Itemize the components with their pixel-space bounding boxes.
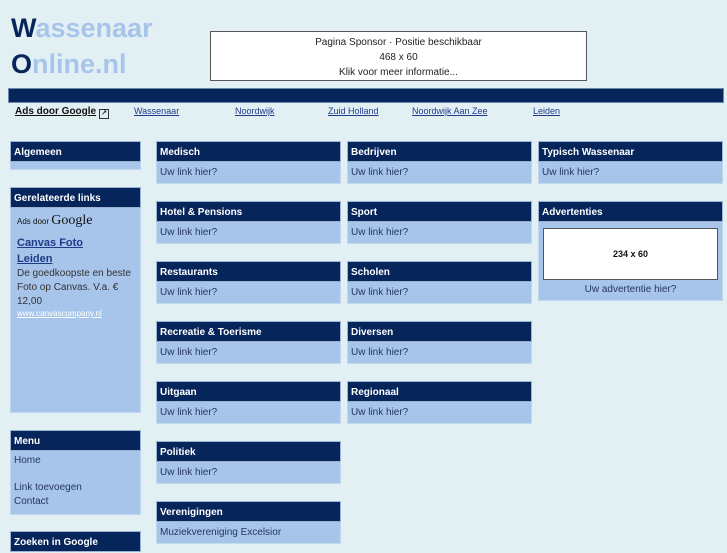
category-restaurants: Restaurants Uw link hier?: [156, 261, 341, 304]
panel-body: [10, 162, 141, 170]
category-title: Hotel & Pensions: [156, 201, 341, 222]
category-title: Regionaal: [347, 381, 532, 402]
zoeken-panel: Zoeken in Google: [10, 531, 141, 552]
category-regionaal: Regionaal Uw link hier?: [347, 381, 532, 424]
ad-title-link[interactable]: Canvas Foto Leiden: [17, 235, 134, 267]
category-body: Uw link hier?: [347, 282, 532, 304]
category-title: Restaurants: [156, 261, 341, 282]
gerelateerde-links-panel: Gerelateerde links Ads door Google Canva…: [10, 187, 141, 413]
panel-title: Gerelateerde links: [10, 187, 141, 208]
category-link[interactable]: Uw link hier?: [351, 165, 528, 180]
category-body: Uw link hier?: [156, 342, 341, 364]
panel-title: Advertenties: [538, 201, 723, 222]
category-link[interactable]: Uw link hier?: [351, 405, 528, 420]
menu-item-contact[interactable]: Contact: [14, 495, 137, 509]
ads-link-row: Ads door Google ↗ Wassenaar Noordwijk Zui…: [0, 106, 727, 122]
category-link[interactable]: Uw link hier?: [351, 345, 528, 360]
sponsor-line-1: Pagina Sponsor · Positie beschikbaar: [315, 37, 482, 48]
category-link[interactable]: Muziekvereniging Excelsior: [160, 525, 337, 540]
category-title: Scholen: [347, 261, 532, 282]
panel-body: Ads door Google Canvas Foto Leiden De goe…: [10, 208, 141, 413]
menu-panel: Menu Home Link toevoegen Contact: [10, 430, 141, 515]
category-link[interactable]: Uw link hier?: [542, 165, 719, 180]
category-title: Politiek: [156, 441, 341, 462]
external-link-icon: ↗: [99, 109, 110, 119]
category-title: Uitgaan: [156, 381, 341, 402]
category-link[interactable]: Uw link hier?: [351, 285, 528, 300]
ads-prefix: Ads door: [17, 217, 50, 226]
logo-cap-o: O: [11, 49, 33, 79]
ad-link-noordwijk-aan-zee[interactable]: Noordwijk Aan Zee: [412, 106, 488, 116]
menu-item-home[interactable]: Home: [14, 454, 137, 468]
sponsor-size: 468 x 60: [379, 52, 418, 63]
panel-body: 234 x 60 Uw advertentie hier?: [538, 222, 723, 301]
ad-description: De goedkoopste en beste Foto op Canvas. …: [17, 268, 131, 307]
menu-item-link-toevoegen[interactable]: Link toevoegen: [14, 481, 137, 495]
logo-rest-1: assenaar: [35, 13, 153, 43]
category-body: Uw link hier?: [347, 162, 532, 184]
category-body: Uw link hier?: [347, 342, 532, 364]
ad-link-leiden[interactable]: Leiden: [533, 106, 560, 116]
panel-title: Menu: [10, 430, 141, 451]
category-title: Diversen: [347, 321, 532, 342]
category-link[interactable]: Uw link hier?: [160, 285, 337, 300]
logo-cap-w: W: [11, 13, 36, 43]
category-body: Uw link hier?: [156, 402, 341, 424]
logo-rest-2: nline.nl: [32, 49, 127, 79]
category-body: Uw link hier?: [156, 162, 341, 184]
ad-link-noordwijk[interactable]: Noordwijk: [235, 106, 275, 116]
category-link[interactable]: Uw link hier?: [160, 225, 337, 240]
category-uitgaan: Uitgaan Uw link hier?: [156, 381, 341, 424]
ad-url-link[interactable]: www.canvascompany.nl: [17, 309, 134, 318]
category-diversen: Diversen Uw link hier?: [347, 321, 532, 364]
ads-by-google-link[interactable]: Ads door Google ↗: [15, 106, 110, 119]
category-medisch: Medisch Uw link hier?: [156, 141, 341, 184]
category-body: Uw link hier?: [156, 282, 341, 304]
category-title: Recreatie & Toerisme: [156, 321, 341, 342]
category-title: Medisch: [156, 141, 341, 162]
category-body: Uw link hier?: [156, 222, 341, 244]
category-verenigingen: Verenigingen Muziekvereniging Excelsior: [156, 501, 341, 544]
ads-by-google-label: Ads door Google: [15, 106, 97, 117]
sponsor-cta: Klik voor meer informatie...: [339, 67, 458, 78]
google-logo: Google: [51, 213, 93, 228]
panel-title: Algemeen: [10, 141, 141, 162]
category-link[interactable]: Uw link hier?: [160, 405, 337, 420]
category-title: Bedrijven: [347, 141, 532, 162]
category-body: Uw link hier?: [156, 462, 341, 484]
category-title: Typisch Wassenaar: [538, 141, 723, 162]
category-body: Uw link hier?: [538, 162, 723, 184]
ad-banner-234x60[interactable]: 234 x 60: [543, 228, 718, 280]
category-scholen: Scholen Uw link hier?: [347, 261, 532, 304]
category-typisch-wassenaar: Typisch Wassenaar Uw link hier?: [538, 141, 723, 184]
category-recreatie-toerisme: Recreatie & Toerisme Uw link hier?: [156, 321, 341, 364]
category-hotel-pensions: Hotel & Pensions Uw link hier?: [156, 201, 341, 244]
category-link[interactable]: Uw link hier?: [160, 465, 337, 480]
category-title: Sport: [347, 201, 532, 222]
advertise-here-link[interactable]: Uw advertentie hier?: [540, 282, 721, 297]
ad-link-zuid-holland[interactable]: Zuid Holland: [328, 106, 379, 116]
category-politiek: Politiek Uw link hier?: [156, 441, 341, 484]
category-link[interactable]: Uw link hier?: [351, 225, 528, 240]
category-title: Verenigingen: [156, 501, 341, 522]
category-body: Uw link hier?: [347, 402, 532, 424]
ads-by-google[interactable]: Ads door Google: [17, 213, 134, 229]
ad-title-line-2: Leiden: [17, 253, 53, 265]
category-body: Uw link hier?: [347, 222, 532, 244]
category-link[interactable]: Uw link hier?: [160, 345, 337, 360]
menu-spacer: [14, 468, 137, 481]
ad-title-line-1: Canvas Foto: [17, 237, 84, 249]
algemeen-panel: Algemeen: [10, 141, 141, 170]
panel-title: Zoeken in Google: [10, 531, 141, 552]
panel-body: Home Link toevoegen Contact: [10, 451, 141, 515]
sponsor-banner[interactable]: Pagina Sponsor · Positie beschikbaar 468…: [210, 31, 587, 81]
nav-bar: [8, 88, 724, 103]
category-body: Muziekvereniging Excelsior: [156, 522, 341, 544]
advertenties-panel: Advertenties 234 x 60 Uw advertentie hie…: [538, 201, 723, 301]
ad-link-wassenaar[interactable]: Wassenaar: [134, 106, 179, 116]
category-sport: Sport Uw link hier?: [347, 201, 532, 244]
category-bedrijven: Bedrijven Uw link hier?: [347, 141, 532, 184]
category-link[interactable]: Uw link hier?: [160, 165, 337, 180]
site-logo[interactable]: Wassenaar Online.nl: [11, 10, 153, 82]
